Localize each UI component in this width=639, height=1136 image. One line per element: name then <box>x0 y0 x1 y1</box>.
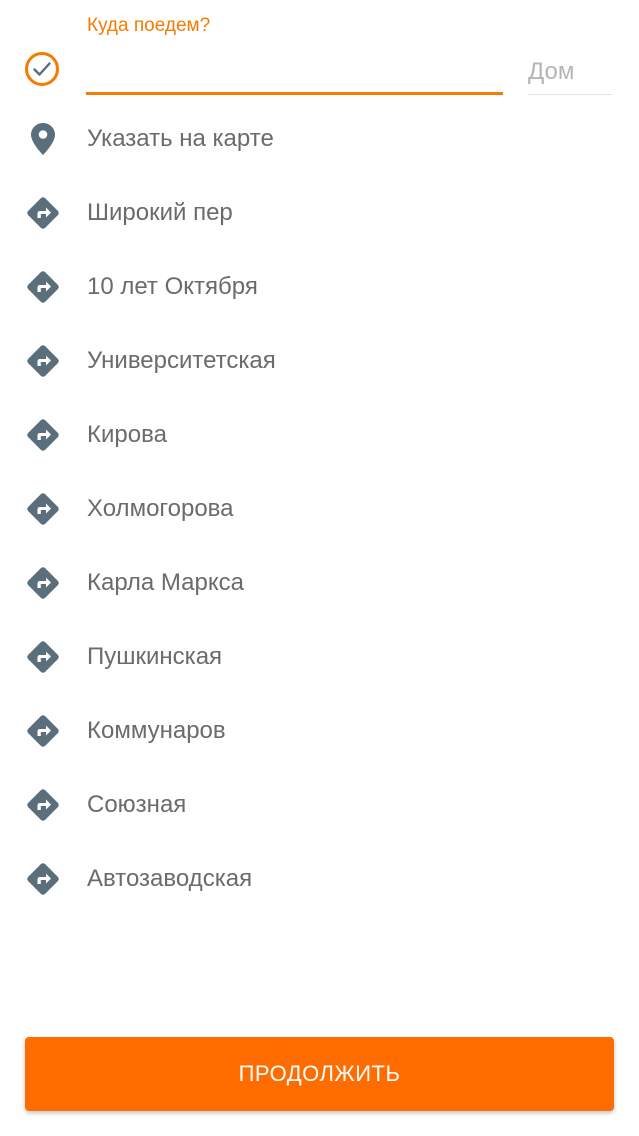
turn-right-icon <box>25 565 61 601</box>
list-item-street[interactable]: Союзная <box>0 768 639 842</box>
street-label: Университетская <box>87 347 276 374</box>
turn-right-icon <box>25 417 61 453</box>
list-item-street[interactable]: Автозаводская <box>0 842 639 916</box>
list-item-street[interactable]: Широкий пер <box>0 176 639 250</box>
list-item-street[interactable]: Коммунаров <box>0 694 639 768</box>
street-label: Пушкинская <box>87 643 223 670</box>
list-item-street[interactable]: Пушкинская <box>0 620 639 694</box>
list-item-street[interactable]: Кирова <box>0 398 639 472</box>
turn-right-icon <box>25 269 61 305</box>
list-item-street[interactable]: 10 лет Октября <box>0 250 639 324</box>
turn-right-icon <box>25 343 61 379</box>
check-circle-icon <box>25 52 59 86</box>
street-label: Автозаводская <box>87 865 253 892</box>
street-label: Широкий пер <box>87 199 233 226</box>
list-item-street[interactable]: Холмогорова <box>0 472 639 546</box>
street-label: Союзная <box>87 791 187 818</box>
turn-right-icon <box>25 491 61 527</box>
list-item-map-pick[interactable]: Указать на карте <box>0 102 639 176</box>
turn-right-icon <box>25 713 61 749</box>
map-pin-icon <box>25 121 61 157</box>
address-suggestions-list: Указать на карте Широкий пер 10 лет Октяб… <box>0 102 639 916</box>
turn-right-icon <box>25 787 61 823</box>
street-label: 10 лет Октября <box>87 273 258 300</box>
continue-button[interactable]: ПРОДОЛЖИТЬ <box>25 1037 614 1111</box>
street-label: Коммунаров <box>87 717 226 744</box>
destination-label: Куда поедем? <box>87 15 211 36</box>
turn-right-icon <box>25 861 61 897</box>
house-number-input[interactable] <box>528 50 612 95</box>
street-label: Карла Маркса <box>87 569 244 596</box>
destination-input[interactable] <box>86 46 503 95</box>
turn-right-icon <box>25 639 61 675</box>
street-label: Кирова <box>87 421 167 448</box>
address-picker-screen: Куда поедем? Указать на карте Широкий пе… <box>0 0 639 1136</box>
map-pick-label: Указать на карте <box>87 125 274 152</box>
list-item-street[interactable]: Карла Маркса <box>0 546 639 620</box>
list-item-street[interactable]: Университетская <box>0 324 639 398</box>
street-label: Холмогорова <box>87 495 234 522</box>
turn-right-icon <box>25 195 61 231</box>
